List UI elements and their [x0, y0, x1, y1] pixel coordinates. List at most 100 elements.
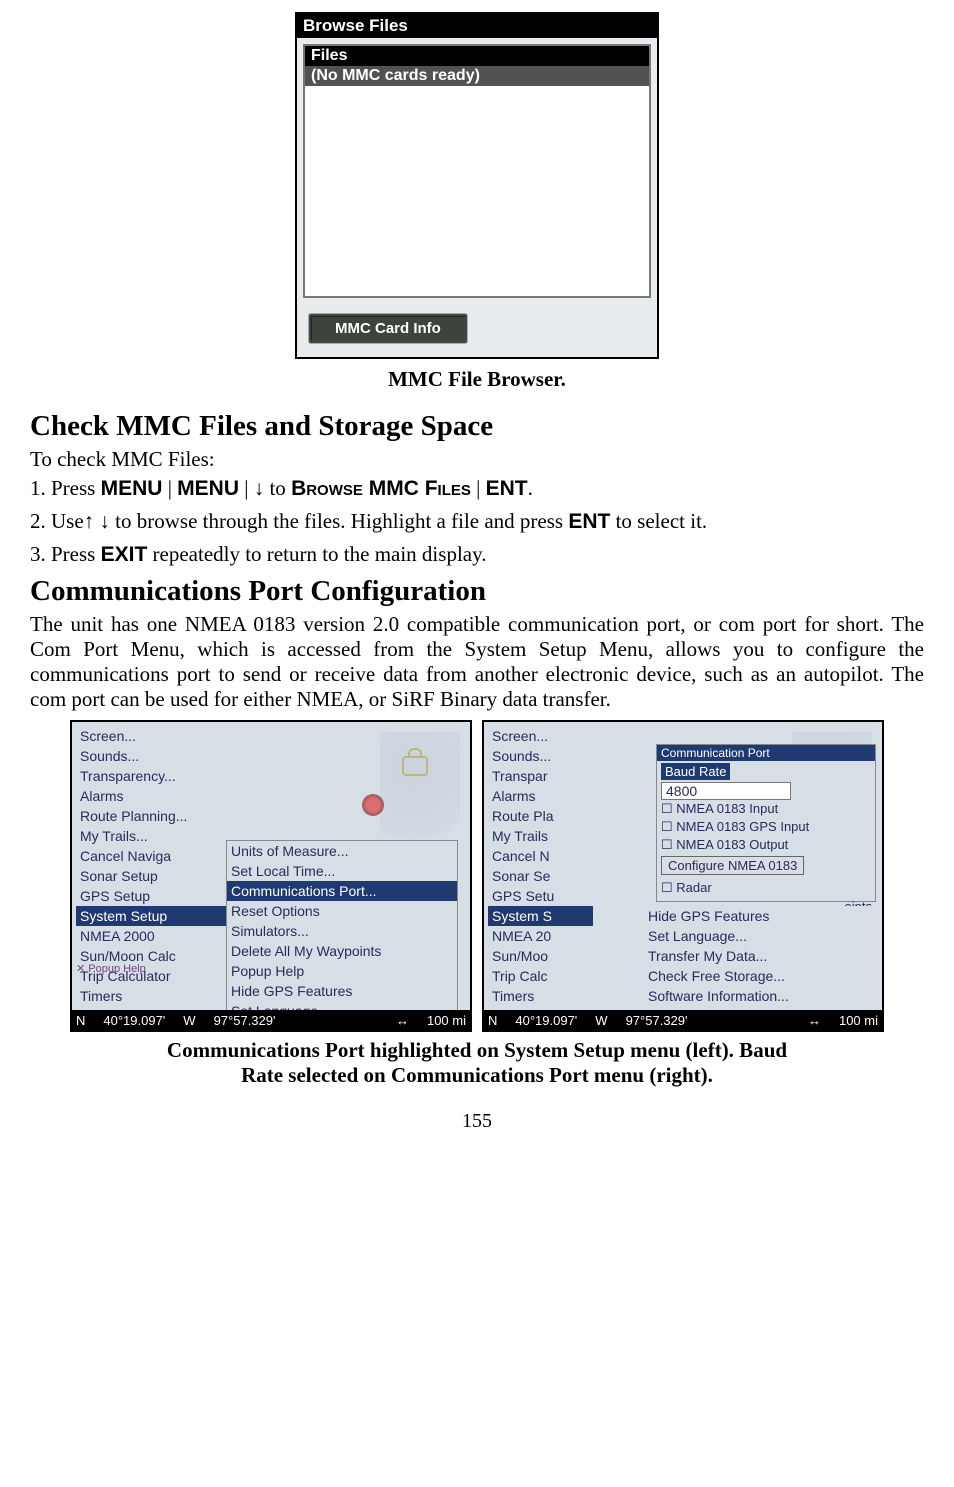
left-submenu-item[interactable]: Delete All My Waypoints [227, 941, 457, 961]
chk-nmea-output[interactable]: ☐ NMEA 0183 Output [661, 836, 871, 854]
step3-post: repeatedly to return to the main display… [147, 542, 486, 566]
left-menu-item[interactable]: Sounds... [76, 746, 226, 766]
left-submenu: Units of Measure...Set Local Time...Comm… [226, 840, 458, 1032]
right-menu-item[interactable]: Transpar [488, 766, 593, 786]
step1-pre: 1. Press [30, 476, 101, 500]
file-panel-body [305, 86, 649, 296]
right-submenu-item[interactable]: Set Language... [644, 926, 874, 946]
heading-check-mmc: Check MMC Files and Storage Space [30, 410, 924, 443]
left-submenu-item[interactable]: Set Local Time... [227, 861, 457, 881]
left-submenu-item[interactable]: Communications Port... [227, 881, 457, 901]
left-menu-item[interactable]: System Setup [76, 906, 226, 926]
lock-icon [402, 756, 428, 776]
left-menu-item[interactable]: My Trails... [76, 826, 226, 846]
chk-radar[interactable]: ☐ Radar [661, 879, 871, 897]
right-submenu-item[interactable]: Transfer My Data... [644, 946, 874, 966]
left-submenu-item[interactable]: Simulators... [227, 921, 457, 941]
file-panel-title: Files [305, 46, 649, 66]
step1-menu-a: MENU [101, 477, 163, 500]
baud-rate-field[interactable]: 4800 [661, 782, 791, 800]
right-main-menu: Screen...Sounds...TransparAlarmsRoute Pl… [488, 726, 593, 1026]
status-dist: 100 mi [427, 1013, 466, 1028]
right-menu-item[interactable]: NMEA 20 [488, 926, 593, 946]
left-menu-item[interactable]: Route Planning... [76, 806, 226, 826]
commport-title: Communication Port [657, 745, 875, 761]
right-menu-item[interactable]: Timers [488, 986, 593, 1006]
step1-dot: . [528, 476, 533, 500]
status-n-r: N [488, 1013, 497, 1028]
caption-dual-a: Communications Port highlighted on Syste… [30, 1038, 924, 1063]
right-screenshot: Screen...Sounds...TransparAlarmsRoute Pl… [482, 720, 884, 1032]
right-menu-item[interactable]: Screen... [488, 726, 593, 746]
step-2: 2. Use↑ ↓ to browse through the files. H… [30, 509, 924, 534]
line-to-check: To check MMC Files: [30, 447, 924, 472]
left-status-bar: N 40°19.097' W 97°57.329' ↔ 100 mi [72, 1010, 470, 1030]
right-menu-item[interactable]: GPS Setu [488, 886, 593, 906]
step3-pre: 3. Press [30, 542, 101, 566]
mmc-button-row: MMC Card Info [297, 304, 657, 357]
right-menu-item[interactable]: Sonar Se [488, 866, 593, 886]
down-arrow-icon: ↓ [254, 476, 265, 500]
right-menu-item[interactable]: System S [488, 906, 593, 926]
chk-nmea-gps-label: NMEA 0183 GPS Input [676, 819, 809, 834]
step1-ent: ENT [486, 477, 528, 500]
left-menu-item[interactable]: GPS Setup [76, 886, 226, 906]
step-3: 3. Press EXIT repeatedly to return to th… [30, 542, 924, 567]
left-submenu-item[interactable]: Hide GPS Features [227, 981, 457, 1001]
status-n: N [76, 1013, 85, 1028]
caption-mmc-browser: MMC File Browser. [30, 367, 924, 392]
left-menu-item[interactable]: Transparency... [76, 766, 226, 786]
step2-mid: to browse through the files. Highlight a… [110, 509, 568, 533]
chk-radar-label: Radar [676, 880, 711, 895]
left-main-menu: Screen...Sounds...Transparency...AlarmsR… [76, 726, 226, 1026]
left-menu-item[interactable]: Timers [76, 986, 226, 1006]
file-panel: Files (No MMC cards ready) [303, 44, 651, 298]
up-down-arrow-icon: ↑ ↓ [84, 509, 110, 533]
heading-comm-port: Communications Port Configuration [30, 575, 924, 608]
right-menu-item[interactable]: Alarms [488, 786, 593, 806]
chk-nmea-gps-input[interactable]: ☐ NMEA 0183 GPS Input [661, 818, 871, 836]
step-1: 1. Press MENU | MENU | ↓ to Browse MMC F… [30, 476, 924, 501]
mmc-card-info-button[interactable]: MMC Card Info [309, 314, 467, 343]
chk-nmea-input[interactable]: ☐ NMEA 0183 Input [661, 800, 871, 818]
left-submenu-item[interactable]: Reset Options [227, 901, 457, 921]
status-dist-r: 100 mi [839, 1013, 878, 1028]
right-menu-item[interactable]: Cancel N [488, 846, 593, 866]
step1-sep2: | [239, 476, 254, 500]
right-menu-item[interactable]: Sounds... [488, 746, 593, 766]
caption-dual-b: Rate selected on Communications Port men… [30, 1063, 924, 1088]
status-lon-r: 97°57.329' [626, 1013, 688, 1028]
left-menu-item[interactable]: Alarms [76, 786, 226, 806]
right-submenu-item[interactable]: Software Information... [644, 986, 874, 1006]
right-status-bar: N 40°19.097' W 97°57.329' ↔ 100 mi [484, 1010, 882, 1030]
left-submenu-item[interactable]: Units of Measure... [227, 841, 457, 861]
left-menu-item[interactable]: Sonar Setup [76, 866, 226, 886]
status-w-r: W [595, 1013, 607, 1028]
step2-pre: 2. Use [30, 509, 84, 533]
left-submenu-item[interactable]: Popup Help [227, 961, 457, 981]
browser-titlebar: Browse Files [297, 14, 657, 38]
right-menu-item[interactable]: Route Pla [488, 806, 593, 826]
chk-nmea-input-label: NMEA 0183 Input [676, 801, 778, 816]
status-w: W [183, 1013, 195, 1028]
left-menu-item[interactable]: NMEA 2000 [76, 926, 226, 946]
step1-to: to [264, 476, 291, 500]
step1-sep3: | [471, 476, 486, 500]
right-submenu-item[interactable]: Hide GPS Features [644, 906, 874, 926]
step2-post: to select it. [610, 509, 707, 533]
para-comm-port: The unit has one NMEA 0183 version 2.0 c… [30, 612, 924, 712]
configure-nmea-button[interactable]: Configure NMEA 0183 [661, 856, 804, 875]
left-menu-item[interactable]: Screen... [76, 726, 226, 746]
right-menu-item[interactable]: Sun/Moo [488, 946, 593, 966]
step1-cmd: Browse MMC Files [291, 477, 471, 500]
right-submenu: Hide GPS FeaturesSet Language...Transfer… [644, 906, 874, 1006]
right-submenu-item[interactable]: Check Free Storage... [644, 966, 874, 986]
page-number: 155 [30, 1110, 924, 1133]
status-arrow-icon-r: ↔ [808, 1013, 821, 1028]
commport-panel: Communication Port Baud Rate 4800 ☐ NMEA… [656, 744, 876, 902]
right-menu-item[interactable]: My Trails [488, 826, 593, 846]
right-menu-item[interactable]: Trip Calc [488, 966, 593, 986]
step2-ent: ENT [568, 510, 610, 533]
left-menu-item[interactable]: Cancel Naviga [76, 846, 226, 866]
step1-menu-b: MENU [177, 477, 239, 500]
